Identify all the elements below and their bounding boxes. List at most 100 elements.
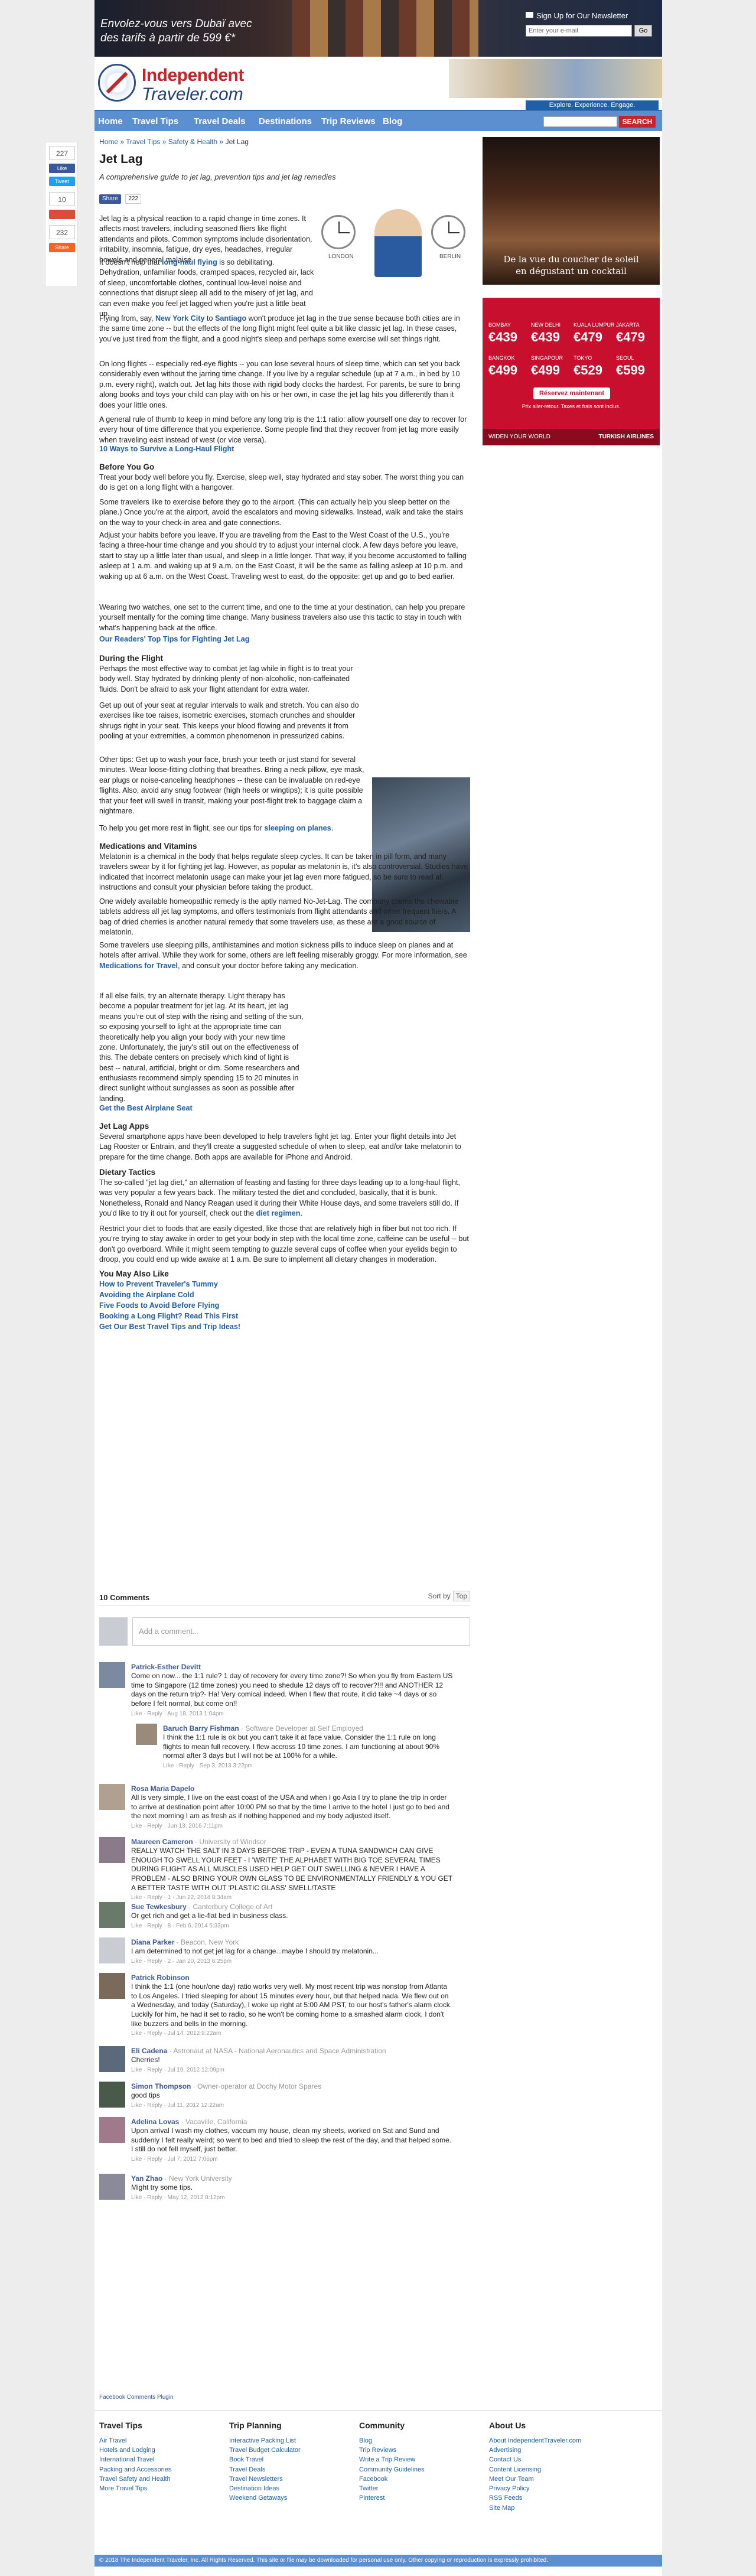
related-link-readers-tips[interactable]: Our Readers' Top Tips for Fighting Jet L…	[99, 634, 470, 644]
comment-meta[interactable]: Like · Reply · Jul 19, 2012 12:09pm	[131, 2066, 454, 2075]
search-input[interactable]	[543, 116, 617, 127]
avatar[interactable]	[99, 1902, 125, 1928]
footer-link[interactable]: Destination Ideas	[229, 2484, 347, 2493]
footer-link[interactable]: Content Licensing	[489, 2465, 607, 2474]
comment-author[interactable]: Sue Tewkesbury · Canterbury College of A…	[131, 1902, 454, 1911]
footer-link[interactable]: Travel Safety and Health	[99, 2474, 217, 2484]
google-plus-icon[interactable]	[49, 210, 75, 219]
facebook-comments-plugin-link[interactable]: Facebook Comments Plugin	[99, 2393, 174, 2402]
footer-link[interactable]: Book Travel	[229, 2455, 347, 2464]
comment-author[interactable]: Simon Thompson · Owner-operator at Dochy…	[131, 2082, 454, 2091]
medications-for-travel-link[interactable]: Medications for Travel	[99, 962, 178, 970]
footer-link[interactable]: Twitter	[359, 2484, 477, 2493]
also-like-link[interactable]: How to Prevent Traveler's Tummy	[99, 1280, 218, 1288]
comment-meta[interactable]: Like · Reply · Jul 11, 2012 12:22am	[131, 2102, 454, 2110]
santiago-link[interactable]: Santiago	[215, 314, 246, 323]
newsletter-go-button[interactable]: Go	[634, 25, 652, 37]
related-link-airplane-seat[interactable]: Get the Best Airplane Seat	[99, 1103, 470, 1113]
comment-meta[interactable]: Like · Reply · Jul 14, 2012 9:22am	[131, 2030, 454, 2038]
compass-logo-icon[interactable]	[98, 64, 136, 102]
also-like-link[interactable]: Five Foods to Avoid Before Flying	[99, 1301, 219, 1310]
comment-meta[interactable]: Like · Reply · Jul 7, 2012 7:06pm	[131, 2155, 454, 2164]
nav-travel-deals[interactable]: Travel Deals	[194, 116, 246, 128]
footer-link[interactable]: Write a Trip Review	[359, 2455, 477, 2464]
search-button[interactable]: SEARCH	[619, 116, 656, 128]
top-ad-banner[interactable]: Envolez-vous vers Dubaï avec des tarifs …	[94, 0, 662, 57]
avatar[interactable]	[99, 2117, 125, 2143]
footer-link[interactable]: More Travel Tips	[99, 2484, 217, 2493]
avatar[interactable]	[99, 1784, 125, 1810]
comment-author[interactable]: Diana Parker · Beacon, New York	[131, 1937, 454, 1947]
footer-link[interactable]: Travel Newsletters	[229, 2474, 347, 2484]
avatar[interactable]	[99, 2082, 125, 2108]
comment-author[interactable]: Patrick Robinson	[131, 1973, 454, 1982]
footer-link[interactable]: Interactive Packing List	[229, 2436, 347, 2445]
comment-author[interactable]: Eli Cadena · Astronaut at NASA - Nationa…	[131, 2046, 454, 2056]
sort-dropdown[interactable]: Top	[452, 1591, 470, 1601]
promo-ad[interactable]: Envolez-vous vers Dubaï avec des tarifs …	[94, 0, 478, 57]
sleeping-on-planes-link[interactable]: sleeping on planes	[264, 824, 331, 832]
twitter-tweet-button[interactable]: Tweet	[49, 177, 75, 186]
nav-destinations[interactable]: Destinations	[259, 116, 312, 128]
also-like-link[interactable]: Avoiding the Airplane Cold	[99, 1291, 194, 1299]
footer-link[interactable]: Contact Us	[489, 2455, 607, 2464]
avatar[interactable]	[99, 1662, 125, 1688]
footer-link[interactable]: About IndependentTraveler.com	[489, 2436, 607, 2445]
comment-meta[interactable]: Like · Reply · 8 · Feb 6, 2014 5:33pm	[131, 1922, 454, 1930]
also-like-link[interactable]: Get Our Best Travel Tips and Trip Ideas!	[99, 1323, 240, 1331]
book-now-button[interactable]: Réservez maintenant	[533, 387, 610, 399]
comment-meta[interactable]: Like · Reply · Jun 13, 2016 7:11pm	[131, 1822, 454, 1831]
footer-link[interactable]: Travel Deals	[229, 2465, 347, 2474]
logo-text-traveler[interactable]: Traveler.com	[142, 83, 243, 107]
share-button[interactable]: Share	[49, 243, 75, 252]
footer-link[interactable]: Advertising	[489, 2445, 607, 2455]
footer-link[interactable]: Privacy Policy	[489, 2484, 607, 2493]
nav-blog[interactable]: Blog	[383, 116, 402, 128]
diet-regimen-link[interactable]: diet regimen	[256, 1209, 301, 1217]
footer-link[interactable]: Travel Budget Calculator	[229, 2445, 347, 2455]
avatar[interactable]	[99, 1837, 125, 1863]
avatar[interactable]	[136, 1724, 157, 1745]
footer-link[interactable]: Weekend Getaways	[229, 2493, 347, 2503]
footer-link[interactable]: Air Travel	[99, 2436, 217, 2445]
newsletter-email-input[interactable]	[526, 25, 632, 37]
comment-input[interactable]: Add a comment...	[132, 1617, 470, 1646]
footer-link[interactable]: Community Guidelines	[359, 2465, 477, 2474]
also-like-link[interactable]: Booking a Long Flight? Read This First	[99, 1312, 238, 1320]
new-york-link[interactable]: New York City	[155, 314, 205, 323]
comment-meta[interactable]: Like · Reply · Sep 3, 2013 3:22pm	[163, 1762, 455, 1770]
comment-meta[interactable]: Like · Reply · Aug 18, 2013 1:04pm	[131, 1710, 454, 1718]
comment-meta[interactable]: Like · Reply · May 12, 2012 8:12pm	[131, 2194, 454, 2202]
nav-trip-reviews[interactable]: Trip Reviews	[321, 116, 376, 128]
comment-meta[interactable]: Like · Reply · 2 · Jan 20, 2013 6:25pm	[131, 1958, 454, 1966]
avatar[interactable]	[99, 1937, 125, 1963]
breadcrumb-safety-health[interactable]: Safety & Health	[168, 138, 217, 146]
comment-meta[interactable]: Like · Reply · 1 · Jun 22, 2014 8:34am	[131, 1894, 454, 1902]
comment-author[interactable]: Patrick-Esther Devitt	[131, 1662, 454, 1672]
footer-link[interactable]: International Travel	[99, 2455, 217, 2464]
footer-link[interactable]: Meet Our Team	[489, 2474, 607, 2484]
avatar[interactable]	[99, 1973, 125, 1999]
comment-author[interactable]: Baruch Barry Fishman · Software Develope…	[163, 1724, 455, 1733]
nav-home[interactable]: Home	[98, 116, 123, 128]
footer-link[interactable]: Facebook	[359, 2474, 477, 2484]
comment-author[interactable]: Maureen Cameron · University of Windsor	[131, 1837, 454, 1846]
footer-link[interactable]: Site Map	[489, 2503, 607, 2513]
footer-link[interactable]: Pinterest	[359, 2493, 477, 2503]
footer-link[interactable]: Trip Reviews	[359, 2445, 477, 2455]
avatar[interactable]	[99, 2046, 125, 2072]
footer-link[interactable]: Hotels and Lodging	[99, 2445, 217, 2455]
newsletter-label[interactable]: Sign Up for Our Newsletter	[526, 11, 656, 21]
footer-link[interactable]: Packing and Accessories	[99, 2465, 217, 2474]
long-haul-flying-link[interactable]: long-haul flying	[162, 258, 217, 266]
footer-link[interactable]: Blog	[359, 2436, 477, 2445]
facebook-share-button[interactable]: Share	[99, 194, 121, 204]
footer-link[interactable]: RSS Feeds	[489, 2493, 607, 2503]
comment-author[interactable]: Adelina Lovas · Vacaville, California	[131, 2117, 454, 2126]
nav-travel-tips[interactable]: Travel Tips	[132, 116, 178, 128]
breadcrumb-home[interactable]: Home	[99, 138, 118, 146]
sidebar-ad-airline[interactable]: BOMBAY €439 NEW DELHI €439 KUALA LUMPUR €47…	[483, 298, 660, 445]
sidebar-ad-sunset[interactable]: De la vue du coucher de soleil en dégust…	[483, 137, 660, 285]
comment-author[interactable]: Rosa Maria Dapelo	[131, 1784, 454, 1793]
facebook-like-button[interactable]: Like	[49, 164, 75, 173]
